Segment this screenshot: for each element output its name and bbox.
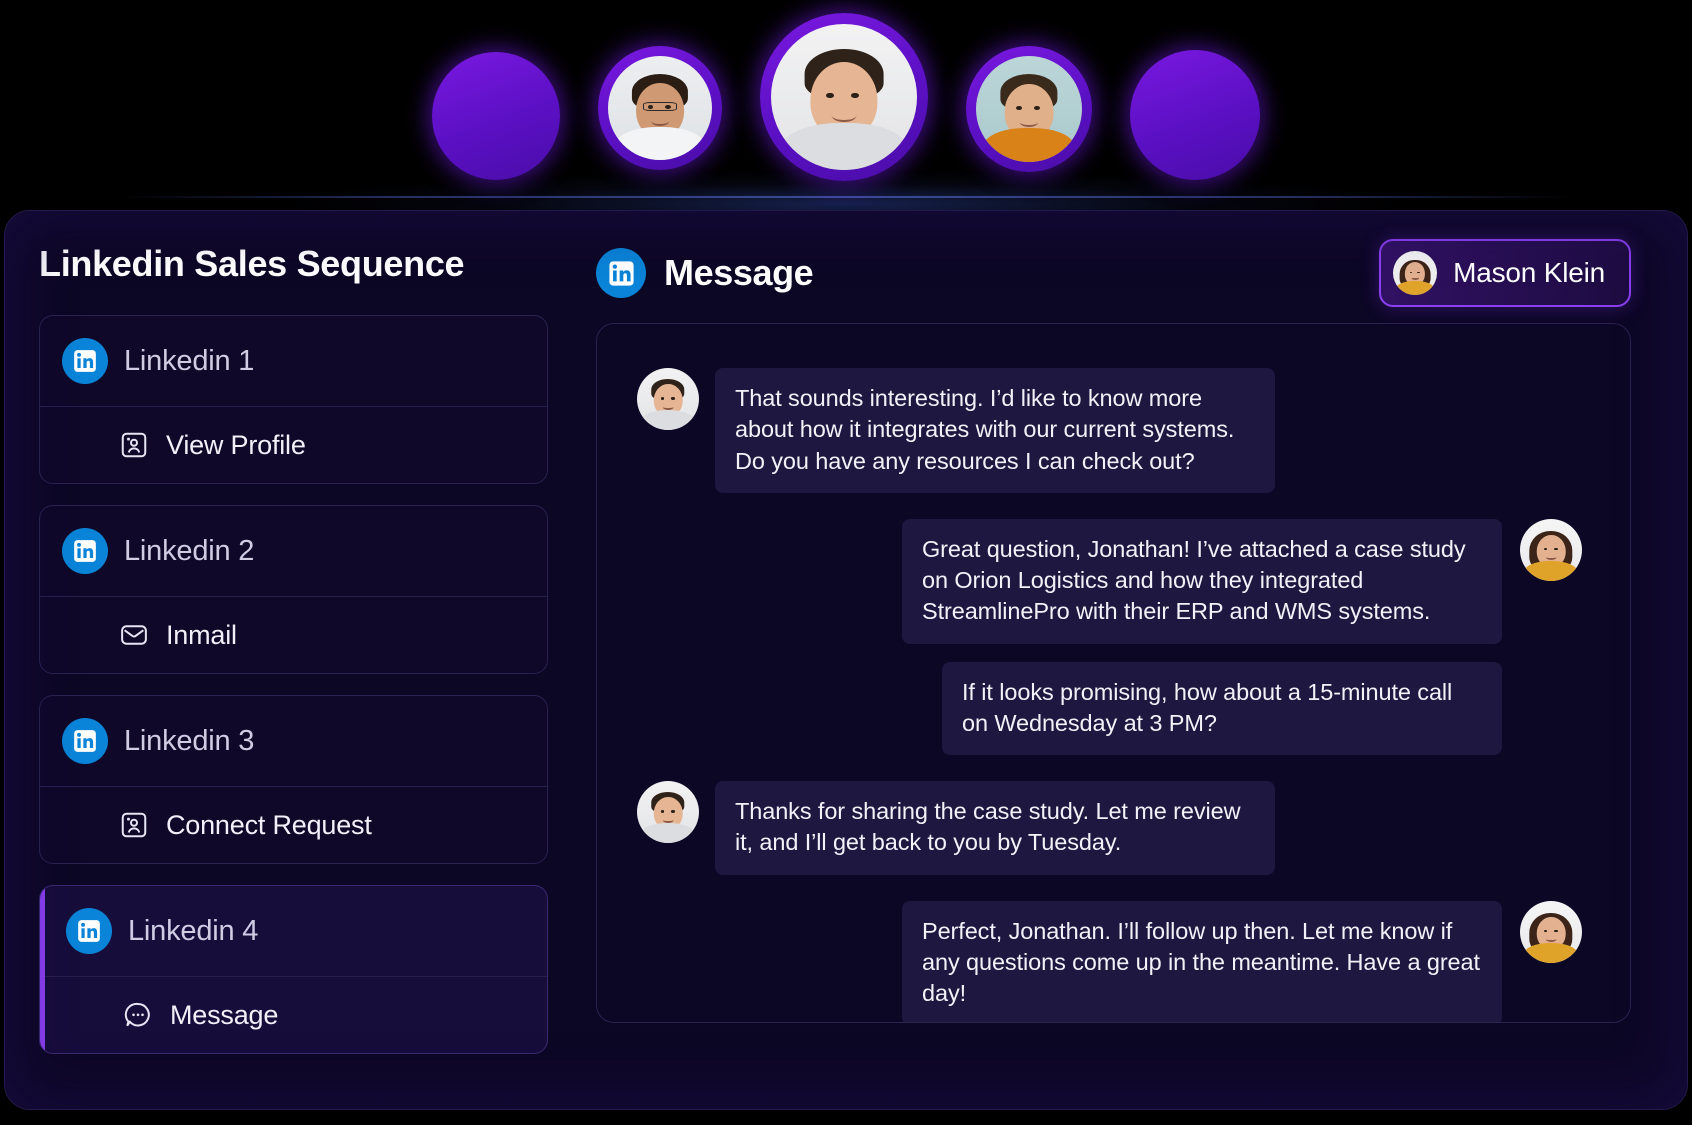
- step-action-message[interactable]: Message: [40, 977, 547, 1053]
- message-row: That sounds interesting. I’d like to kno…: [637, 368, 1582, 493]
- linkedin-icon: [62, 338, 108, 384]
- avatar-ring: [432, 52, 560, 180]
- message-row: Perfect, Jonathan. I’ll follow up then. …: [637, 900, 1582, 1022]
- step-card-linkedin-3[interactable]: Linkedin 3 Connect Request: [39, 695, 548, 864]
- step-action-label: Inmail: [166, 619, 237, 650]
- avatar: [1520, 518, 1582, 581]
- avatar-ring: [1130, 50, 1260, 180]
- profile-card-icon: [118, 429, 150, 461]
- linkedin-icon: [62, 718, 108, 764]
- page-title: Linkedin Sales Sequence: [39, 243, 465, 284]
- user-chip[interactable]: Mason Klein: [1379, 239, 1631, 307]
- step-name: Linkedin 2: [124, 534, 255, 567]
- message-thread[interactable]: That sounds interesting. I’d like to kno…: [596, 323, 1631, 1023]
- message-row: Great question, Jonathan! I’ve attached …: [637, 518, 1582, 644]
- linkedin-icon: [66, 908, 112, 954]
- avatar-woman-glasses[interactable]: [598, 46, 722, 170]
- message-bubble: Thanks for sharing the case study. Let m…: [715, 781, 1275, 875]
- envelope-icon: [118, 619, 150, 651]
- step-action-connect-request[interactable]: Connect Request: [40, 787, 547, 863]
- avatar: [1393, 251, 1438, 295]
- avatar: [1520, 900, 1582, 963]
- user-name: Mason Klein: [1453, 257, 1605, 288]
- step-card-linkedin-4[interactable]: Linkedin 4 Message: [39, 885, 548, 1054]
- step-header[interactable]: Linkedin 1: [40, 316, 547, 406]
- step-header[interactable]: Linkedin 4: [40, 886, 547, 976]
- sequence-sidebar: Linkedin Sales Sequence Linkedin 1 View …: [5, 211, 580, 1109]
- step-name: Linkedin 3: [124, 724, 255, 757]
- message-row: Thanks for sharing the case study. Let m…: [637, 781, 1582, 875]
- message-row: If it looks promising, how about a 15-mi…: [637, 661, 1582, 755]
- message-header: Message Mason Klein: [596, 237, 1631, 309]
- step-name: Linkedin 4: [128, 914, 259, 947]
- step-action-inmail[interactable]: Inmail: [40, 597, 547, 673]
- step-action-label: Message: [170, 999, 279, 1030]
- step-header[interactable]: Linkedin 2: [40, 506, 547, 596]
- message-bubble: That sounds interesting. I’d like to kno…: [715, 368, 1275, 493]
- screenshot-root: Linkedin Sales Sequence Linkedin 1 View …: [0, 0, 1692, 1125]
- app-panel: Linkedin Sales Sequence Linkedin 1 View …: [4, 210, 1688, 1110]
- step-card-linkedin-2[interactable]: Linkedin 2 Inmail: [39, 505, 548, 674]
- step-action-label: View Profile: [166, 429, 306, 460]
- message-title: Message: [664, 252, 814, 293]
- step-action-view-profile[interactable]: View Profile: [40, 407, 547, 483]
- top-avatar-strip: [0, 0, 1692, 212]
- step-action-label: Connect Request: [166, 809, 372, 840]
- step-header[interactable]: Linkedin 3: [40, 696, 547, 786]
- avatar-placeholder-right[interactable]: [1130, 50, 1260, 180]
- avatar-man-center[interactable]: [760, 13, 928, 181]
- chat-bubble-icon: [122, 999, 154, 1031]
- linkedin-icon: [596, 248, 646, 298]
- linkedin-icon: [62, 528, 108, 574]
- avatar-placeholder-left[interactable]: [432, 52, 560, 180]
- avatar-man-orange[interactable]: [966, 46, 1092, 172]
- avatar-photo: [771, 24, 917, 170]
- message-bubble: Great question, Jonathan! I’ve attached …: [902, 518, 1502, 644]
- message-bubble: Perfect, Jonathan. I’ll follow up then. …: [902, 900, 1502, 1022]
- avatar-photo: [608, 56, 712, 160]
- message-bubble: If it looks promising, how about a 15-mi…: [942, 661, 1502, 755]
- avatar: [637, 781, 699, 843]
- active-accent-bar: [40, 886, 45, 1053]
- avatar: [637, 368, 699, 430]
- message-panel: Message Mason Klein That sounds interest…: [580, 211, 1687, 1109]
- step-card-linkedin-1[interactable]: Linkedin 1 View Profile: [39, 315, 548, 484]
- avatar-photo: [976, 56, 1082, 162]
- add-person-icon: [118, 809, 150, 841]
- step-name: Linkedin 1: [124, 344, 255, 377]
